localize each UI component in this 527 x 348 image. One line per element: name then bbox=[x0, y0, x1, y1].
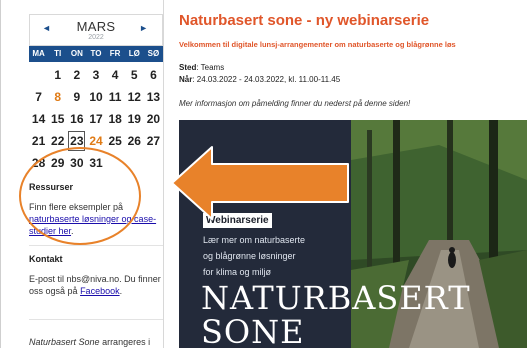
weekday-header: TO bbox=[90, 49, 102, 58]
contact-text: E-post til nbs@niva.no. Du finner oss og… bbox=[29, 273, 163, 297]
calendar-next-icon[interactable]: ► bbox=[139, 23, 148, 33]
calendar-empty-cell bbox=[126, 153, 143, 173]
sidebar: ◄ MARS 2022 ► MA TI ON TO FR LØ SØ 1 2 3 4 5 6 7 8 9 10… bbox=[29, 14, 163, 348]
calendar-day[interactable]: 16 bbox=[68, 109, 85, 129]
facebook-link[interactable]: Facebook bbox=[80, 286, 120, 296]
calendar-header: ◄ MARS 2022 ► bbox=[29, 14, 163, 46]
banner-heading-2: SONE bbox=[201, 313, 305, 348]
calendar-day[interactable]: 8 bbox=[49, 87, 66, 107]
place-value: : Teams bbox=[196, 63, 225, 72]
registration-note: Mer informasjon om påmelding finner du n… bbox=[179, 99, 411, 108]
page-title: Naturbasert sone - ny webinarserie bbox=[179, 12, 430, 29]
calendar-day[interactable]: 15 bbox=[49, 109, 66, 129]
webinar-banner-image: Webinarserie Lær mer om naturbaserte og … bbox=[179, 120, 527, 348]
calendar-day[interactable]: 25 bbox=[107, 131, 124, 151]
calendar-day[interactable]: 2 bbox=[68, 65, 85, 85]
calendar-day[interactable]: 27 bbox=[145, 131, 162, 151]
event-time: Når: 24.03.2022 - 24.03.2022, kl. 11.00-… bbox=[179, 75, 340, 84]
calendar-day[interactable]: 22 bbox=[49, 131, 66, 151]
main-content: Naturbasert sone - ny webinarserie Velko… bbox=[179, 0, 527, 348]
calendar-day[interactable]: 24 bbox=[87, 131, 104, 151]
contact-title: Kontakt bbox=[29, 254, 63, 264]
resources-text: Finn flere eksempler på naturbaserte løs… bbox=[29, 201, 163, 237]
calendar-day[interactable]: 1 bbox=[49, 65, 66, 85]
contact-text-end: . bbox=[119, 286, 123, 296]
banner-heading-1: NATURBASERT bbox=[201, 279, 471, 317]
weekday-header: FR bbox=[109, 49, 121, 58]
weekday-header: LØ bbox=[128, 49, 140, 58]
calendar-empty-cell bbox=[30, 65, 47, 85]
weekday-header: ON bbox=[70, 49, 83, 58]
calendar-day[interactable]: 7 bbox=[30, 87, 47, 107]
calendar-day[interactable]: 20 bbox=[145, 109, 162, 129]
resources-title: Ressurser bbox=[29, 182, 74, 192]
calendar-day[interactable]: 4 bbox=[107, 65, 124, 85]
banner-line-3: for klima og miljø bbox=[203, 267, 272, 277]
footer-em: Naturbasert Sone bbox=[29, 337, 100, 347]
sidebar-divider-line-2 bbox=[29, 319, 163, 320]
calendar-day[interactable]: 14 bbox=[30, 109, 47, 129]
weekday-header: SØ bbox=[147, 49, 160, 58]
calendar-day[interactable]: 6 bbox=[145, 65, 162, 85]
case-studies-link[interactable]: naturbaserte løsninger og case-studier h… bbox=[29, 214, 156, 236]
footer-text: Naturbasert Sone arrangeres i samarbeid … bbox=[29, 336, 163, 348]
calendar-empty-cell bbox=[107, 153, 124, 173]
calendar-day[interactable]: 29 bbox=[49, 153, 66, 173]
resources-text-lead: Finn flere eksempler på bbox=[29, 202, 124, 212]
resources-text-end: . bbox=[71, 226, 74, 236]
calendar-day[interactable]: 3 bbox=[87, 65, 104, 85]
calendar-day[interactable]: 12 bbox=[126, 87, 143, 107]
sidebar-divider-line bbox=[29, 245, 163, 246]
calendar-year: 2022 bbox=[88, 34, 104, 41]
calendar-day[interactable]: 10 bbox=[87, 87, 104, 107]
calendar-grid: 1 2 3 4 5 6 7 8 9 10 11 12 13 14 15 16 17 18 19 20 21 22 23 24 2… bbox=[29, 64, 163, 174]
calendar-day[interactable]: 5 bbox=[126, 65, 143, 85]
banner-tag: Webinarserie bbox=[203, 213, 272, 228]
calendar-day[interactable]: 19 bbox=[126, 109, 143, 129]
calendar-day[interactable]: 30 bbox=[68, 153, 85, 173]
calendar-day[interactable]: 17 bbox=[87, 109, 104, 129]
banner-line-1: Lær mer om naturbaserte bbox=[203, 235, 306, 245]
sidebar-divider bbox=[163, 0, 164, 348]
weekday-header: MA bbox=[32, 49, 45, 58]
calendar-day[interactable]: 28 bbox=[30, 153, 47, 173]
calendar-empty-cell bbox=[145, 153, 162, 173]
calendar-day[interactable]: 23 bbox=[68, 131, 86, 151]
calendar-day[interactable]: 21 bbox=[30, 131, 47, 151]
page-subtitle: Velkommen til digitale lunsj-arrangement… bbox=[179, 40, 456, 49]
calendar-weekdays: MA TI ON TO FR LØ SØ bbox=[29, 46, 163, 62]
calendar-day[interactable]: 11 bbox=[107, 87, 124, 107]
place-label: Sted bbox=[179, 63, 197, 72]
calendar-day[interactable]: 18 bbox=[107, 109, 124, 129]
calendar-day[interactable]: 13 bbox=[145, 87, 162, 107]
calendar-day[interactable]: 26 bbox=[126, 131, 143, 151]
banner-line-2: og blågrønne løsninger bbox=[203, 251, 296, 261]
time-value: : 24.03.2022 - 24.03.2022, kl. 11.00-11.… bbox=[192, 75, 341, 84]
calendar-day[interactable]: 31 bbox=[87, 153, 104, 173]
time-label: Når bbox=[179, 75, 193, 84]
weekday-header: TI bbox=[54, 49, 62, 58]
event-place: Sted: Teams bbox=[179, 63, 224, 72]
calendar-day[interactable]: 9 bbox=[68, 87, 85, 107]
